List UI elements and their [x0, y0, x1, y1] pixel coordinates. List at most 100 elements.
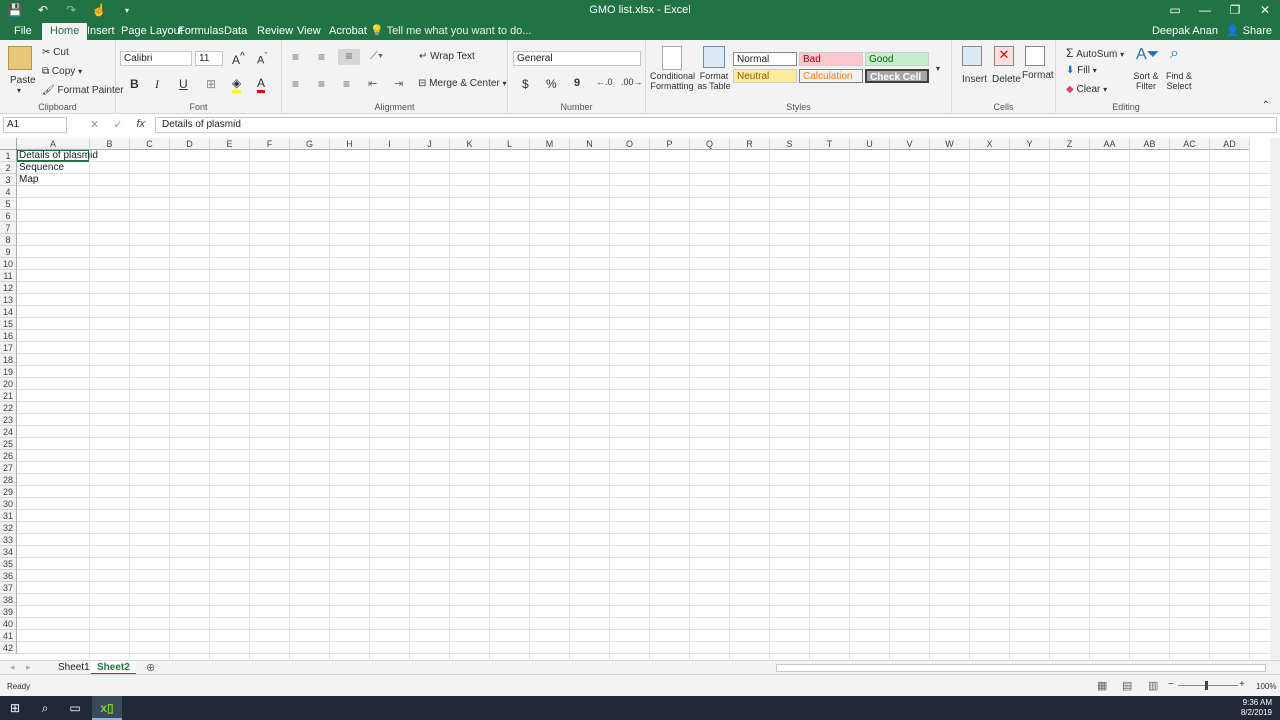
sheet-tab-sheet2[interactable]: Sheet2 [91, 661, 136, 675]
close-button[interactable]: ✕ [1250, 0, 1280, 21]
row-header-31[interactable]: 31 [0, 510, 17, 522]
column-header-s[interactable]: S [770, 138, 810, 150]
styles-more-icon[interactable]: ▾ [936, 64, 940, 73]
font-name-select[interactable]: Calibri [120, 51, 192, 66]
tab-acrobat[interactable]: Acrobat [321, 23, 375, 40]
row-header-12[interactable]: 12 [0, 282, 17, 294]
percent-button[interactable]: % [546, 77, 557, 91]
column-header-t[interactable]: T [810, 138, 850, 150]
zoom-in-icon[interactable]: + [1239, 679, 1245, 690]
decrease-indent-icon[interactable]: ⇤ [368, 77, 377, 90]
increase-decimal-icon[interactable]: ←.0 [596, 77, 613, 87]
row-header-36[interactable]: 36 [0, 570, 17, 582]
column-header-v[interactable]: V [890, 138, 930, 150]
row-header-29[interactable]: 29 [0, 486, 17, 498]
align-center-icon[interactable]: ≡ [318, 77, 325, 91]
user-name[interactable]: Deepak Anan [1152, 23, 1218, 40]
format-as-table-button[interactable]: Format as Table [694, 71, 734, 91]
cut-button[interactable]: ✂ Cut [42, 47, 69, 58]
row-header-4[interactable]: 4 [0, 186, 17, 198]
redo-icon[interactable]: ↷ [62, 2, 80, 19]
customize-qat-icon[interactable]: ▾ [118, 2, 136, 19]
cell-a3[interactable]: Map [17, 174, 38, 186]
insert-cells-button[interactable]: Insert [962, 74, 987, 85]
column-header-z[interactable]: Z [1050, 138, 1090, 150]
currency-button[interactable]: $ [522, 77, 529, 91]
align-left-icon[interactable]: ≡ [292, 77, 299, 91]
comma-style-button[interactable]: 9 [574, 77, 580, 89]
column-header-f[interactable]: F [250, 138, 290, 150]
format-cells-icon[interactable] [1025, 46, 1045, 66]
select-all-corner[interactable] [0, 138, 17, 150]
fill-button[interactable]: ⬇ Fill ▾ [1066, 65, 1097, 76]
row-header-18[interactable]: 18 [0, 354, 17, 366]
zoom-out-icon[interactable]: − [1168, 679, 1174, 690]
decrease-decimal-icon[interactable]: .00→ [621, 77, 643, 87]
column-header-k[interactable]: K [450, 138, 490, 150]
cell-a1[interactable]: Details of plasmid [17, 150, 98, 162]
row-header-34[interactable]: 34 [0, 546, 17, 558]
touch-mode-icon[interactable]: ☝ [90, 2, 108, 19]
column-header-l[interactable]: L [490, 138, 530, 150]
row-header-14[interactable]: 14 [0, 306, 17, 318]
format-as-table-icon[interactable] [703, 46, 725, 68]
top-align-icon[interactable]: ≡ [292, 50, 299, 64]
style-bad[interactable]: Bad [799, 52, 863, 66]
row-header-37[interactable]: 37 [0, 582, 17, 594]
row-header-21[interactable]: 21 [0, 390, 17, 402]
page-break-view-icon[interactable]: ▥ [1148, 679, 1158, 692]
column-header-u[interactable]: U [850, 138, 890, 150]
task-view-icon[interactable]: ▭ [60, 696, 90, 720]
style-calculation[interactable]: Calculation [799, 69, 863, 83]
column-header-a[interactable]: A [17, 138, 90, 150]
column-header-w[interactable]: W [930, 138, 970, 150]
font-color-icon[interactable]: A [257, 76, 266, 93]
row-header-23[interactable]: 23 [0, 414, 17, 426]
row-header-2[interactable]: 2 [0, 162, 17, 174]
column-header-x[interactable]: X [970, 138, 1010, 150]
row-header-41[interactable]: 41 [0, 630, 17, 642]
font-size-select[interactable]: 11 [195, 51, 223, 66]
share-button[interactable]: 👤 Share [1226, 23, 1272, 40]
underline-button[interactable]: U [179, 77, 188, 91]
style-neutral[interactable]: Neutral [733, 69, 797, 83]
find-select-icon[interactable]: ⌕ [1170, 45, 1179, 63]
sheet-tab-sheet1[interactable]: Sheet1 [52, 661, 96, 675]
zoom-level[interactable]: 100% [1256, 682, 1276, 691]
column-header-ac[interactable]: AC [1170, 138, 1210, 150]
middle-align-icon[interactable]: ≡ [318, 50, 325, 64]
row-header-1[interactable]: 1 [0, 150, 17, 162]
conditional-formatting-icon[interactable] [662, 46, 682, 70]
column-header-ab[interactable]: AB [1130, 138, 1170, 150]
increase-font-size-icon[interactable]: A^ [232, 51, 245, 67]
row-header-32[interactable]: 32 [0, 522, 17, 534]
system-clock[interactable]: 9:36 AM 8/2/2019 [1241, 698, 1272, 718]
row-header-8[interactable]: 8 [0, 234, 17, 246]
collapse-ribbon-icon[interactable]: ⌃ [1262, 100, 1270, 111]
page-layout-view-icon[interactable]: ▤ [1122, 679, 1132, 692]
start-icon[interactable]: ⊞ [0, 696, 30, 720]
row-header-6[interactable]: 6 [0, 210, 17, 222]
wrap-text-button[interactable]: ↵ Wrap Text [419, 51, 475, 62]
column-header-ad[interactable]: AD [1210, 138, 1250, 150]
column-header-aa[interactable]: AA [1090, 138, 1130, 150]
column-header-d[interactable]: D [170, 138, 210, 150]
row-header-16[interactable]: 16 [0, 330, 17, 342]
column-header-q[interactable]: Q [690, 138, 730, 150]
column-header-b[interactable]: B [90, 138, 130, 150]
bottom-align-icon[interactable]: ≡ [338, 49, 360, 65]
row-header-20[interactable]: 20 [0, 378, 17, 390]
paste-icon[interactable] [8, 46, 32, 70]
merge-center-button[interactable]: ⊟ Merge & Center ▾ [418, 78, 507, 89]
paste-dropdown-icon[interactable]: ▾ [17, 86, 21, 95]
delete-cells-button[interactable]: Delete [992, 74, 1021, 85]
column-header-g[interactable]: G [290, 138, 330, 150]
row-header-24[interactable]: 24 [0, 426, 17, 438]
insert-cells-icon[interactable] [962, 46, 982, 66]
row-header-3[interactable]: 3 [0, 174, 17, 186]
column-header-j[interactable]: J [410, 138, 450, 150]
row-header-42[interactable]: 42 [0, 642, 17, 654]
bold-button[interactable]: B [130, 77, 139, 91]
decrease-font-size-icon[interactable]: Aˇ [257, 51, 267, 67]
column-header-m[interactable]: M [530, 138, 570, 150]
